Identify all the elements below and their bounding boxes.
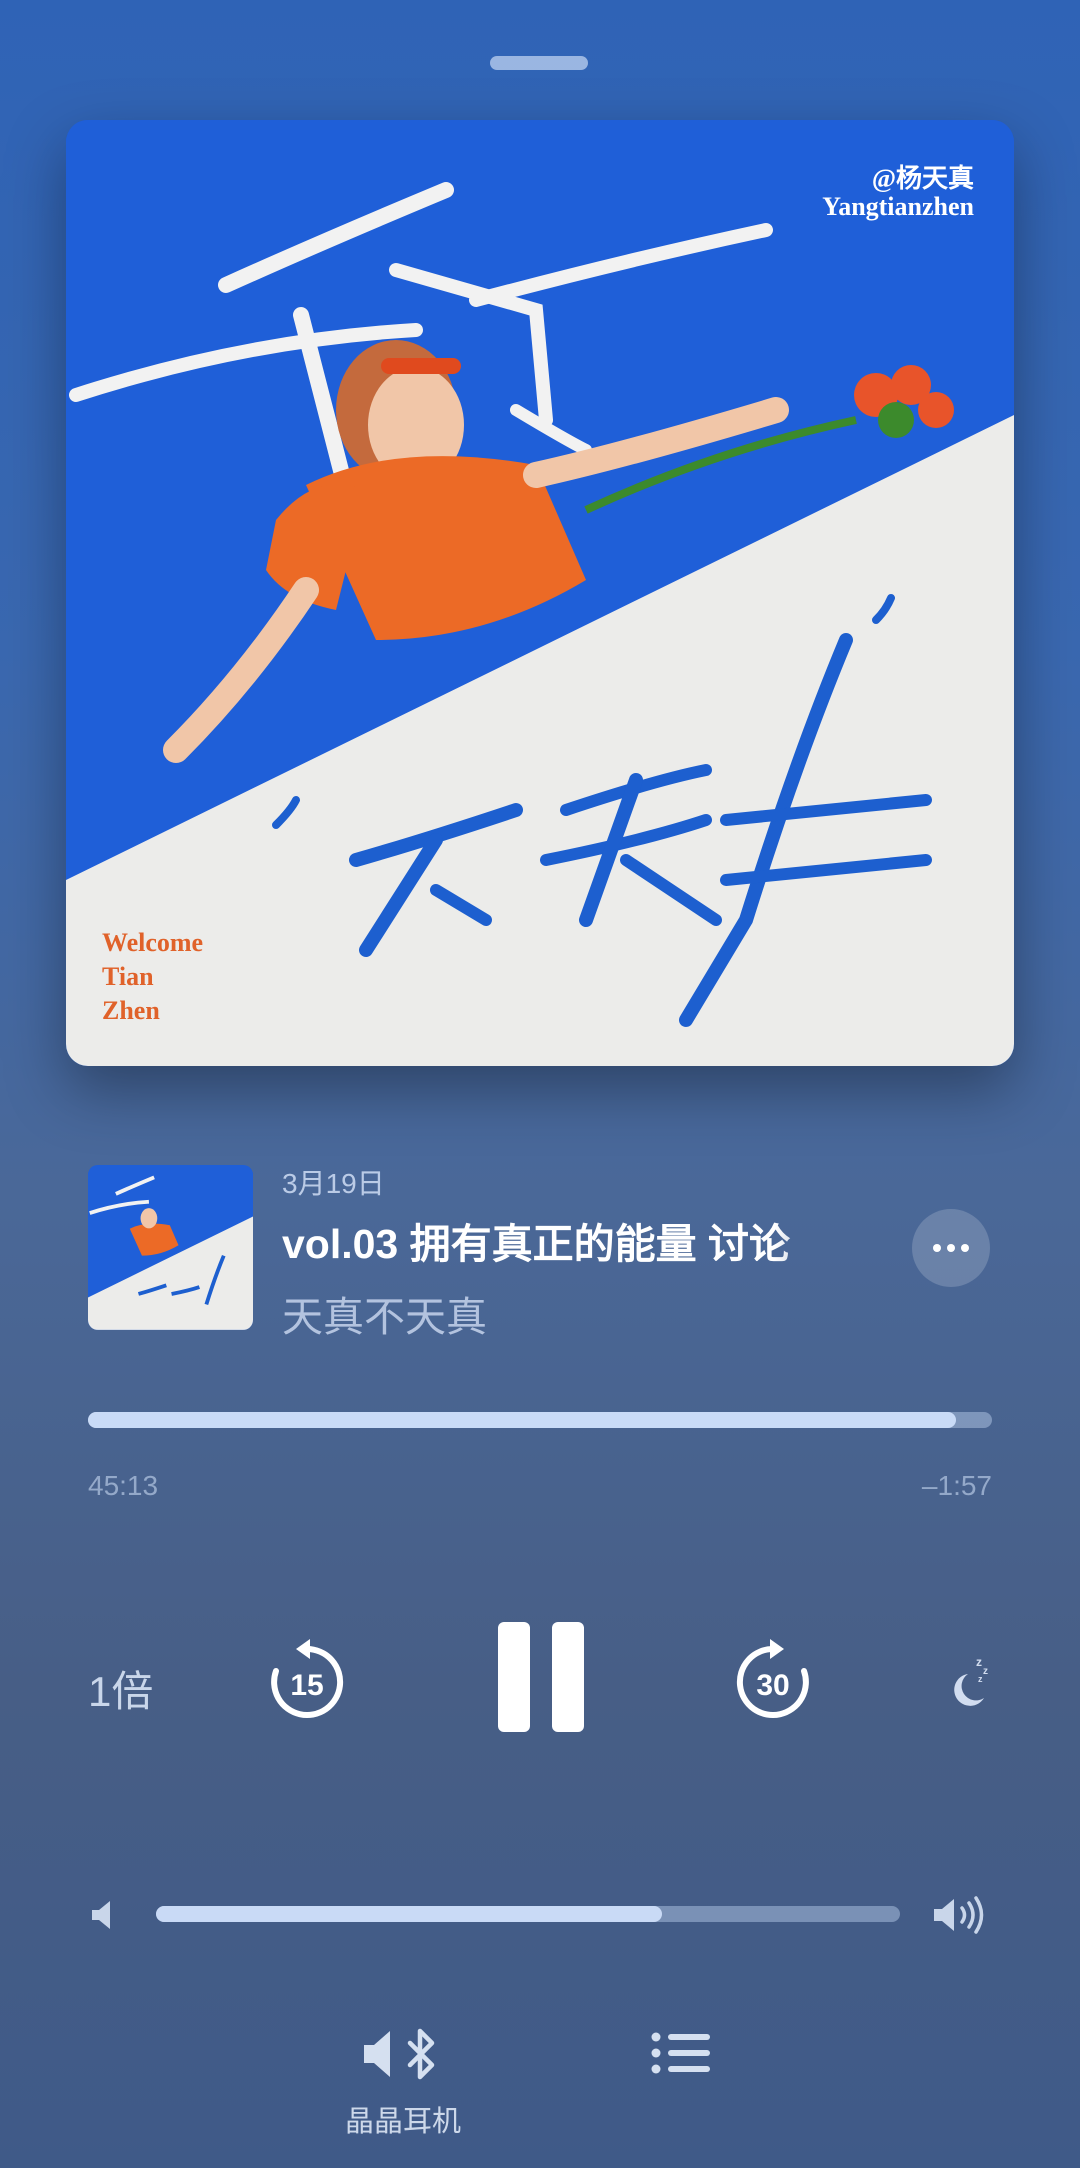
volume-high-icon	[932, 1895, 988, 1935]
svg-text:15: 15	[290, 1669, 323, 1702]
episode-date: 3月19日	[282, 1168, 385, 1199]
album-cover: @杨天真 Yangtianzhen Welcome Tian Zhen	[66, 120, 1014, 1066]
volume-slider-fill	[156, 1906, 662, 1922]
skip-back-15-icon: 15	[271, 1639, 344, 1718]
audio-output-button[interactable]	[362, 2025, 446, 2083]
elapsed-time: 45:13	[88, 1470, 159, 1501]
sheet-grabber[interactable]	[490, 56, 588, 70]
episode-title[interactable]: vol.03 拥有真正的能量 讨论	[282, 1210, 862, 1270]
playback-scrubber[interactable]	[88, 1412, 992, 1428]
album-cover-art	[66, 120, 1014, 1066]
pause-button[interactable]	[498, 1622, 584, 1732]
skip-back-button[interactable]: 15	[266, 1637, 348, 1723]
playback-progress-fill	[88, 1412, 956, 1428]
pause-icon	[498, 1622, 530, 1732]
thumbnail-art	[88, 1165, 253, 1330]
show-name[interactable]: 天真不天真	[282, 1283, 487, 1343]
svg-text:z: z	[978, 1674, 983, 1684]
track-thumbnail	[88, 1165, 253, 1330]
volume-low-icon	[90, 1898, 120, 1932]
queue-button[interactable]	[650, 2031, 712, 2075]
sleep-timer-moon-icon: z z z	[954, 1655, 988, 1706]
list-icon	[651, 2032, 710, 2074]
svg-text:z: z	[983, 1666, 988, 1677]
audio-output-label: 晶晶耳机	[344, 2106, 461, 2138]
cover-welcome-text: Welcome Tian Zhen	[102, 928, 204, 1025]
ellipsis-icon	[933, 1244, 941, 1252]
volume-slider[interactable]	[156, 1906, 900, 1922]
remaining-time: –1:57	[921, 1470, 992, 1501]
svg-text:30: 30	[756, 1669, 789, 1702]
playback-speed-button[interactable]: 1倍	[88, 1658, 153, 1719]
cover-handle-text: @杨天真	[871, 164, 974, 193]
cover-subtitle-text: Yangtianzhen	[822, 192, 974, 221]
skip-forward-button[interactable]: 30	[732, 1637, 814, 1723]
speaker-bluetooth-icon	[364, 2028, 435, 2080]
svg-text:z: z	[976, 1655, 982, 1669]
skip-forward-30-icon: 30	[736, 1639, 809, 1718]
more-options-button[interactable]	[912, 1209, 990, 1287]
sleep-timer-button[interactable]: z z z	[942, 1652, 992, 1708]
